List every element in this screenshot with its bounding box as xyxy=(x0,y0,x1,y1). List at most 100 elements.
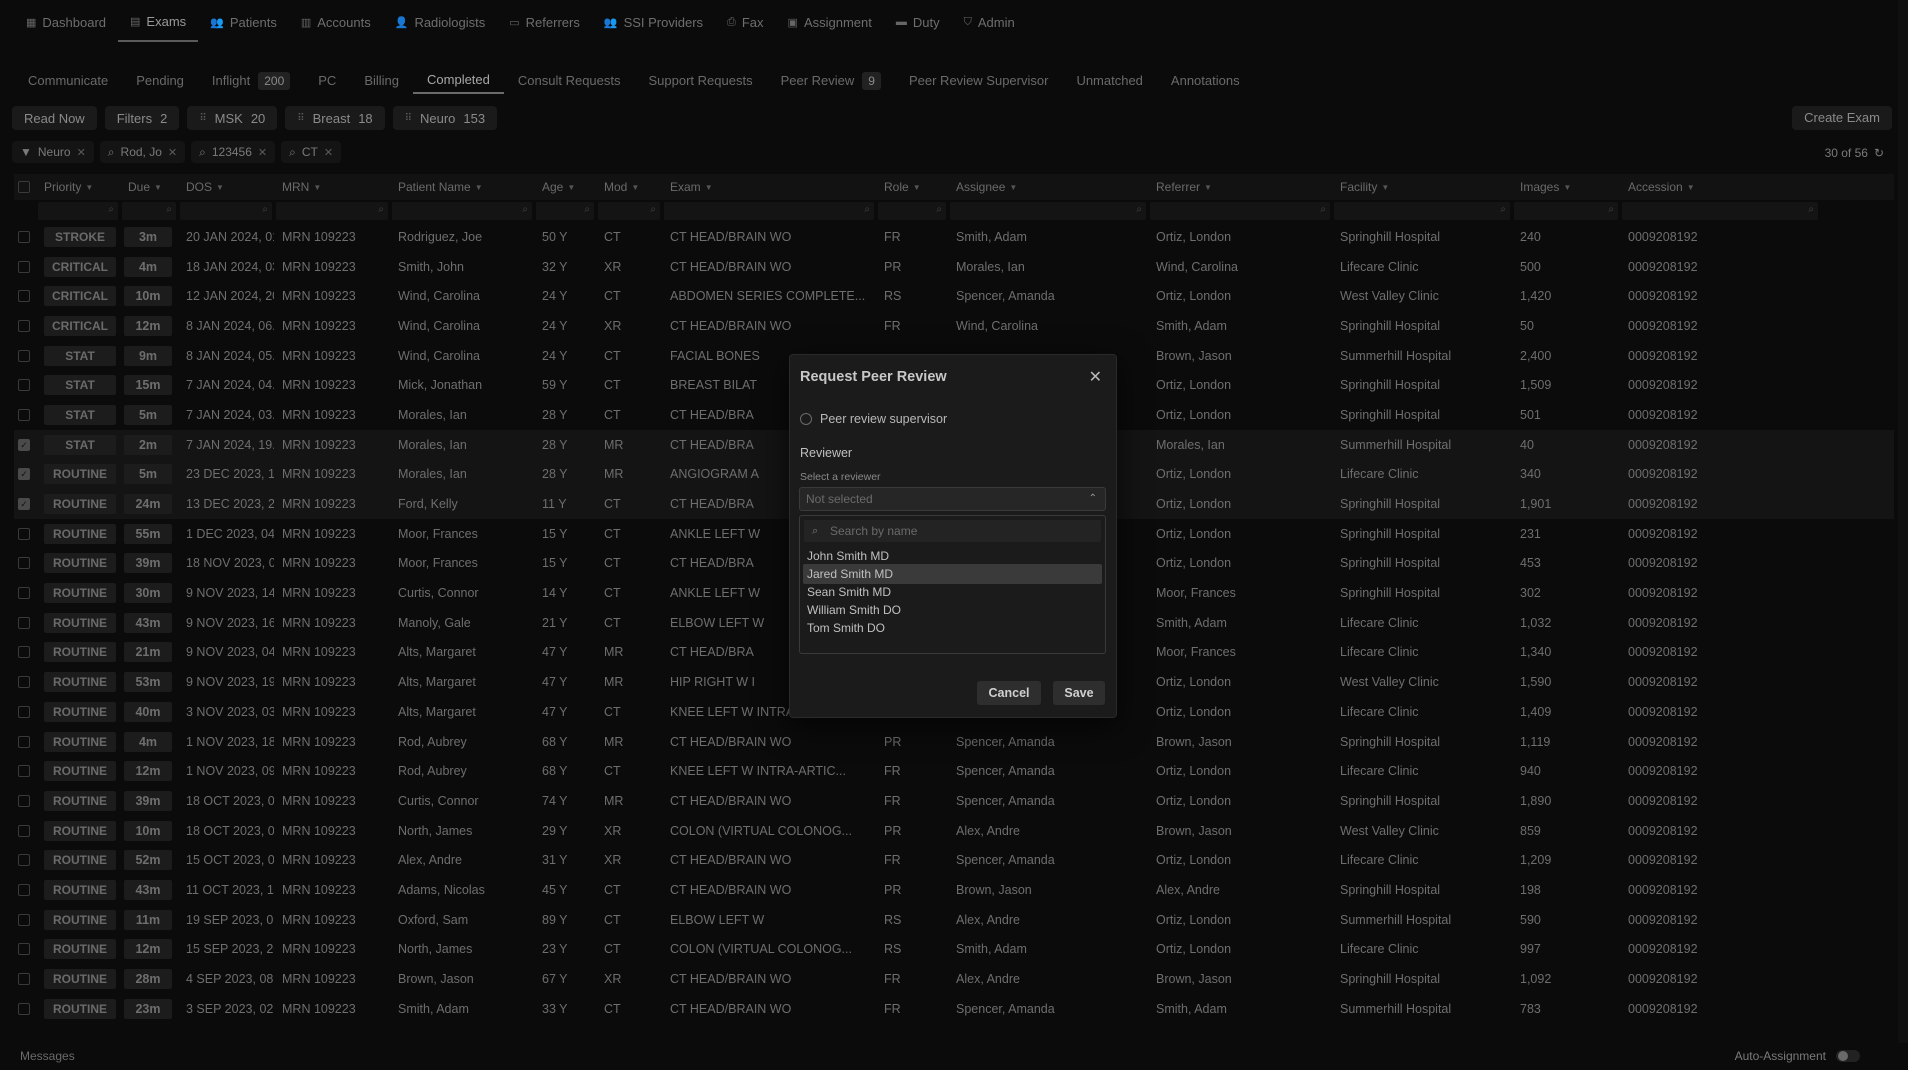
table-row[interactable]: ROUTINE 23m 3 SEP 2023, 02... MRN 109223 Smi… xyxy=(14,994,1894,1024)
filters-button[interactable]: Filters 2 xyxy=(104,106,180,130)
reviewer-search-input[interactable]: ⌕ Search by name xyxy=(804,520,1101,542)
tab-support-requests[interactable]: Support Requests xyxy=(635,68,767,94)
select-all-checkbox[interactable] xyxy=(18,181,30,193)
nav-radiologists[interactable]: 👤 Radiologists xyxy=(383,2,498,42)
column-filter-input[interactable]: ⌕ xyxy=(38,202,118,220)
row-checkbox[interactable] xyxy=(18,854,30,867)
save-button[interactable]: Save xyxy=(1053,681,1105,705)
column-header-mrn[interactable]: MRN ▼ xyxy=(274,174,390,200)
nav-admin[interactable]: ⛉ Admin xyxy=(952,2,1027,42)
nav-referrers[interactable]: ▭ Referrers xyxy=(497,2,592,42)
table-row[interactable]: ROUTINE 43m 11 OCT 2023, 10... MRN 109223 Ad… xyxy=(14,875,1894,905)
tab-peer-review-supervisor[interactable]: Peer Review Supervisor xyxy=(895,68,1062,94)
tab-unmatched[interactable]: Unmatched xyxy=(1062,68,1156,94)
nav-exams[interactable]: ▤ Exams xyxy=(118,2,199,42)
column-filter-input[interactable]: ⌕ xyxy=(664,202,874,220)
row-checkbox[interactable] xyxy=(18,883,30,896)
row-checkbox[interactable]: ✓ xyxy=(18,498,30,511)
row-checkbox[interactable] xyxy=(18,705,30,718)
reviewer-option[interactable]: William Smith DO xyxy=(803,600,1102,620)
tab-peer-review[interactable]: Peer Review 9 xyxy=(767,68,895,94)
column-header-exam[interactable]: Exam ▼ xyxy=(662,174,876,200)
cancel-button[interactable]: Cancel xyxy=(977,681,1041,705)
table-row[interactable]: ROUTINE 10m 18 OCT 2023, 01... MRN 109223 No… xyxy=(14,816,1894,846)
column-filter-input[interactable]: ⌕ xyxy=(276,202,388,220)
reviewer-select[interactable]: Not selected ⌃ xyxy=(799,487,1106,511)
row-checkbox[interactable] xyxy=(18,1002,30,1015)
close-icon[interactable]: ✕ xyxy=(168,146,177,159)
reviewer-option[interactable]: John Smith MD xyxy=(803,546,1102,566)
column-header-facility[interactable]: Facility ▼ xyxy=(1332,174,1512,200)
row-checkbox[interactable] xyxy=(18,765,30,778)
auto-assignment-toggle[interactable] xyxy=(1836,1050,1860,1062)
column-header-images[interactable]: Images ▼ xyxy=(1512,174,1620,200)
row-checkbox[interactable]: ✓ xyxy=(18,438,30,451)
nav-dashboard[interactable]: ▦ Dashboard xyxy=(14,2,118,42)
column-header-assignee[interactable]: Assignee ▼ xyxy=(948,174,1148,200)
table-row[interactable]: ROUTINE 52m 15 OCT 2023, 09... MRN 109223 Al… xyxy=(14,845,1894,875)
filter-chip[interactable]: ⌕ Rod, Jo ✕ xyxy=(99,141,186,163)
table-row[interactable]: STROKE 3m 20 JAN 2024, 01... MRN 109223 Rodr… xyxy=(14,222,1894,252)
row-checkbox[interactable] xyxy=(18,260,30,273)
table-row[interactable]: CRITICAL 10m 12 JAN 2024, 20... MRN 109223 W… xyxy=(14,281,1894,311)
column-filter-input[interactable]: ⌕ xyxy=(598,202,660,220)
column-filter-input[interactable]: ⌕ xyxy=(180,202,272,220)
table-row[interactable]: ROUTINE 39m 18 OCT 2023, 08... MRN 109223 Cu… xyxy=(14,786,1894,816)
close-icon[interactable]: ✕ xyxy=(1089,367,1102,387)
row-checkbox[interactable] xyxy=(18,943,30,956)
group-neuro-button[interactable]: ⠿ Neuro 153 xyxy=(392,106,498,130)
tab-pc[interactable]: PC xyxy=(304,68,350,94)
column-filter-input[interactable]: ⌕ xyxy=(1150,202,1330,220)
tab-consult-requests[interactable]: Consult Requests xyxy=(504,68,635,94)
row-checkbox[interactable] xyxy=(18,587,30,600)
group-breast-button[interactable]: ⠿ Breast 18 xyxy=(285,106,385,130)
column-filter-input[interactable]: ⌕ xyxy=(536,202,594,220)
filter-chip[interactable]: ▼ Neuro ✕ xyxy=(12,141,94,163)
table-row[interactable]: ROUTINE 12m 15 SEP 2023, 20... MRN 109223 No… xyxy=(14,935,1894,965)
row-checkbox[interactable] xyxy=(18,824,30,837)
column-filter-input[interactable]: ⌕ xyxy=(392,202,532,220)
nav-assignment[interactable]: ▣ Assignment xyxy=(776,2,884,42)
column-header-accession[interactable]: Accession ▼ xyxy=(1620,174,1820,200)
column-header-dos[interactable]: DOS ▼ xyxy=(178,174,274,200)
tab-completed[interactable]: Completed xyxy=(413,68,504,94)
group-msk-button[interactable]: ⠿ MSK 20 xyxy=(187,106,278,130)
refresh-icon[interactable]: ↻ xyxy=(1874,146,1884,160)
column-filter-input[interactable]: ⌕ xyxy=(878,202,946,220)
column-header-role[interactable]: Role ▼ xyxy=(876,174,948,200)
column-header-due[interactable]: Due ▼ xyxy=(120,174,178,200)
tab-communicate[interactable]: Communicate xyxy=(14,68,122,94)
close-icon[interactable]: ✕ xyxy=(258,146,267,159)
reviewer-option[interactable]: Sean Smith MD xyxy=(803,582,1102,602)
nav-ssi-providers[interactable]: 👥 SSI Providers xyxy=(592,2,715,42)
nav-patients[interactable]: 👥 Patients xyxy=(198,2,289,42)
filter-chip[interactable]: ⌕ 123456 ✕ xyxy=(191,141,276,163)
table-row[interactable]: CRITICAL 12m 8 JAN 2024, 06... MRN 109223 Wi… xyxy=(14,311,1894,341)
page-scrollbar[interactable] xyxy=(1898,0,1908,1070)
table-row[interactable]: ROUTINE 12m 1 NOV 2023, 09... MRN 109223 Rod… xyxy=(14,756,1894,786)
column-header-referrer[interactable]: Referrer ▼ xyxy=(1148,174,1332,200)
row-checkbox[interactable] xyxy=(18,527,30,540)
column-filter-input[interactable]: ⌕ xyxy=(1334,202,1510,220)
column-filter-input[interactable]: ⌕ xyxy=(122,202,176,220)
reviewer-option[interactable]: Tom Smith DO xyxy=(803,618,1102,638)
row-checkbox[interactable] xyxy=(18,973,30,986)
row-checkbox[interactable] xyxy=(18,794,30,807)
reviewer-option[interactable]: Jared Smith MD xyxy=(803,564,1102,584)
filter-chip[interactable]: ⌕ CT ✕ xyxy=(281,141,342,163)
create-exam-button[interactable]: Create Exam xyxy=(1792,106,1892,130)
table-row[interactable]: ROUTINE 11m 19 SEP 2023, 01... MRN 109223 Ox… xyxy=(14,905,1894,935)
row-checkbox[interactable] xyxy=(18,230,30,243)
row-checkbox[interactable] xyxy=(18,676,30,689)
column-filter-input[interactable]: ⌕ xyxy=(1622,202,1818,220)
column-header-priority[interactable]: Priority ▼ xyxy=(36,174,120,200)
table-row[interactable]: ROUTINE 28m 4 SEP 2023, 08... MRN 109223 Bro… xyxy=(14,964,1894,994)
nav-fax[interactable]: ⎙ Fax xyxy=(715,2,775,42)
peer-review-supervisor-radio[interactable]: Peer review supervisor xyxy=(800,412,947,426)
close-icon[interactable]: ✕ xyxy=(77,146,86,159)
table-row[interactable]: CRITICAL 4m 18 JAN 2024, 03... MRN 109223 Sm… xyxy=(14,252,1894,282)
nav-duty[interactable]: ▬ Duty xyxy=(884,2,952,42)
read-now-button[interactable]: Read Now xyxy=(12,106,97,130)
row-checkbox[interactable] xyxy=(18,557,30,570)
row-checkbox[interactable] xyxy=(18,616,30,629)
